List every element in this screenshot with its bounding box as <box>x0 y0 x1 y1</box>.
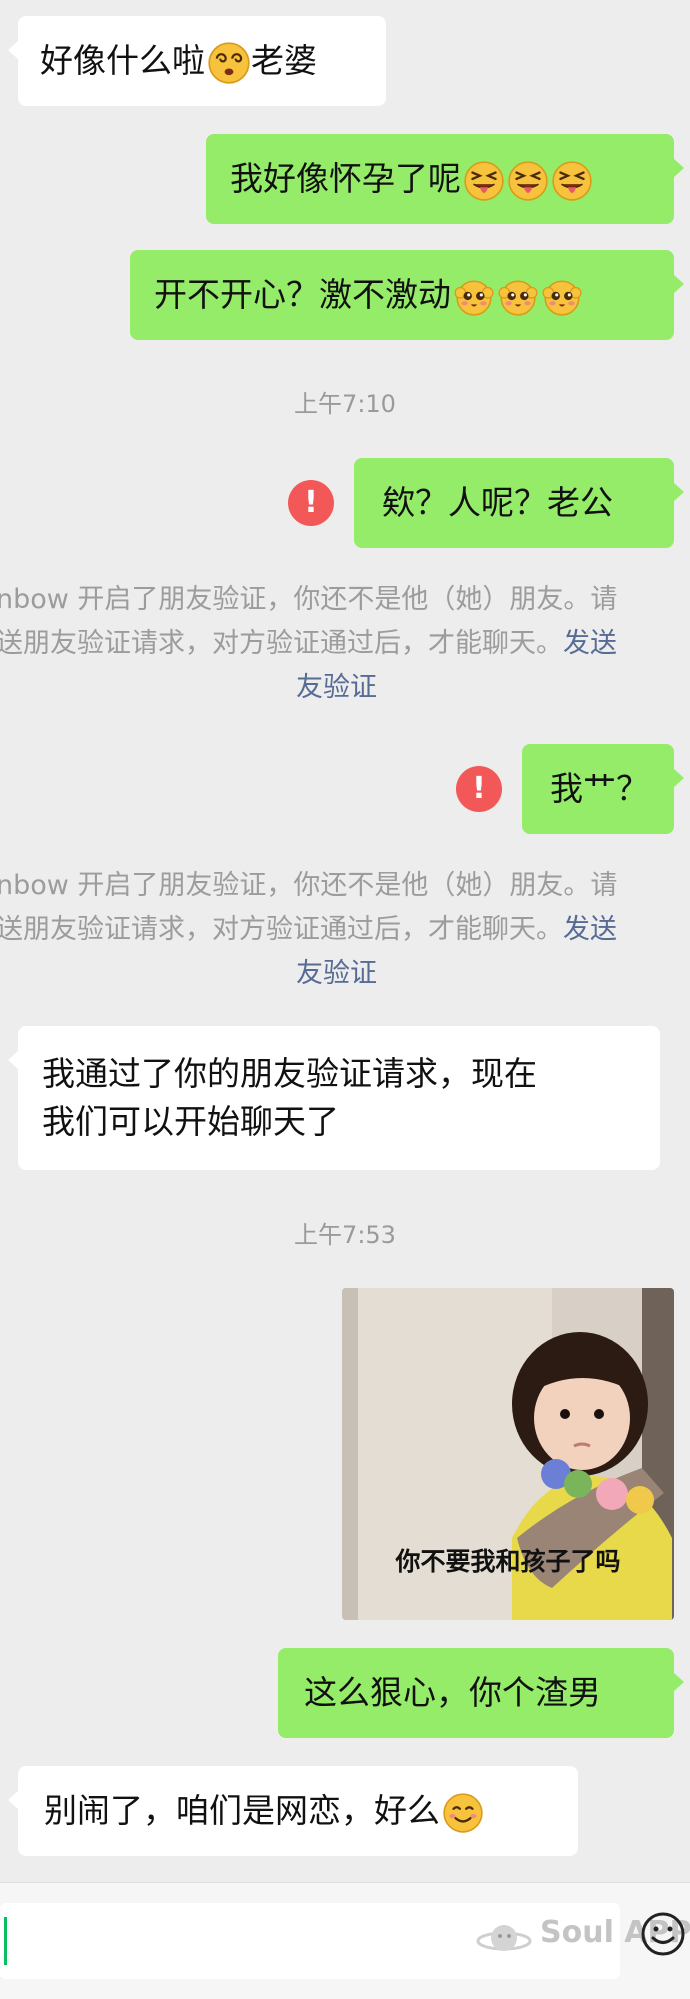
tongue-face-emoji-icon <box>463 160 505 202</box>
message-bubble-incoming[interactable]: 好像什么啦 老婆 <box>8 16 386 106</box>
message-text: 别闹了，咱们是网恋，好么 <box>44 1791 440 1830</box>
image-caption: 你不要我和孩子了吗 <box>395 1547 621 1576</box>
message-bubble-incoming[interactable]: 别闹了，咱们是网恋，好么 <box>8 1766 578 1856</box>
message-bubble-outgoing[interactable]: 我艹？ <box>522 744 684 834</box>
dizzy-face-emoji-icon <box>207 41 251 85</box>
message-bubble-outgoing[interactable]: 欸？人呢？老公 <box>354 458 684 548</box>
planet-logo-icon <box>476 1925 532 1951</box>
message-text: 我艹？ <box>550 769 649 808</box>
send-verification-link[interactable]: 友验证 <box>296 958 377 989</box>
system-notice-text: 送朋友验证请求，对方验证通过后，才能聊天。 <box>0 914 563 945</box>
send-verification-link[interactable]: 发送 <box>563 628 617 659</box>
message-bubble-outgoing[interactable]: 开不开心？激不激动 <box>130 250 684 340</box>
message-text: 好像什么啦 <box>40 41 205 80</box>
excited-face-emoji-icon <box>497 276 539 318</box>
input-bar: Soul APP <box>0 1882 690 1999</box>
excited-face-emoji-icon <box>453 276 495 318</box>
system-notice: nbow 开启了朋友验证，你还不是他（她）朋友。请 送朋友验证请求，对方验证通过… <box>0 578 690 710</box>
system-notice-line: 送朋友验证请求，对方验证通过后，才能聊天。发送 <box>0 622 686 666</box>
tongue-face-emoji-icon <box>507 160 549 202</box>
message-bubble-outgoing[interactable]: 这么狠心，你个渣男 <box>278 1648 684 1738</box>
exclamation-circle-icon[interactable]: ! <box>456 766 502 812</box>
send-verification-link[interactable]: 友验证 <box>296 672 377 703</box>
exclamation-circle-icon[interactable]: ! <box>288 480 334 526</box>
send-verification-link[interactable]: 发送 <box>563 914 617 945</box>
timestamp: 上午7:53 <box>294 1221 396 1249</box>
timestamp: 上午7:10 <box>294 390 396 418</box>
message-text: 开不开心？激不激动 <box>154 275 451 314</box>
system-notice-text: 送朋友验证请求，对方验证通过后，才能聊天。 <box>0 628 563 659</box>
system-notice: nbow 开启了朋友验证，你还不是他（她）朋友。请 送朋友验证请求，对方验证通过… <box>0 864 690 996</box>
message-text: 欸？人呢？老公 <box>382 483 613 522</box>
message-text: 老婆 <box>251 41 317 80</box>
message-text-line: 我们可以开始聊天了 <box>42 1102 339 1141</box>
message-bubble-outgoing[interactable]: 我好像怀孕了呢 <box>206 134 684 224</box>
excited-face-emoji-icon <box>541 276 583 318</box>
smiling-face-emoji-icon <box>442 1792 484 1834</box>
message-bubble-incoming[interactable]: 我通过了你的朋友验证请求，现在 我们可以开始聊天了 <box>8 1026 660 1170</box>
message-text: 这么狠心，你个渣男 <box>304 1673 601 1712</box>
system-notice-line: 送朋友验证请求，对方验证通过后，才能聊天。发送 <box>0 908 686 952</box>
smiley-icon[interactable] <box>640 1911 686 1957</box>
system-notice-line: nbow 开启了朋友验证，你还不是他（她）朋友。请 <box>0 584 618 615</box>
message-text: 我好像怀孕了呢 <box>230 159 461 198</box>
message-text-line: 我通过了你的朋友验证请求，现在 <box>42 1054 537 1093</box>
image-message[interactable]: 你不要我和孩子了吗 <box>342 1288 674 1620</box>
system-notice-line: nbow 开启了朋友验证，你还不是他（她）朋友。请 <box>0 870 618 901</box>
text-cursor <box>4 1917 7 1965</box>
tongue-face-emoji-icon <box>551 160 593 202</box>
